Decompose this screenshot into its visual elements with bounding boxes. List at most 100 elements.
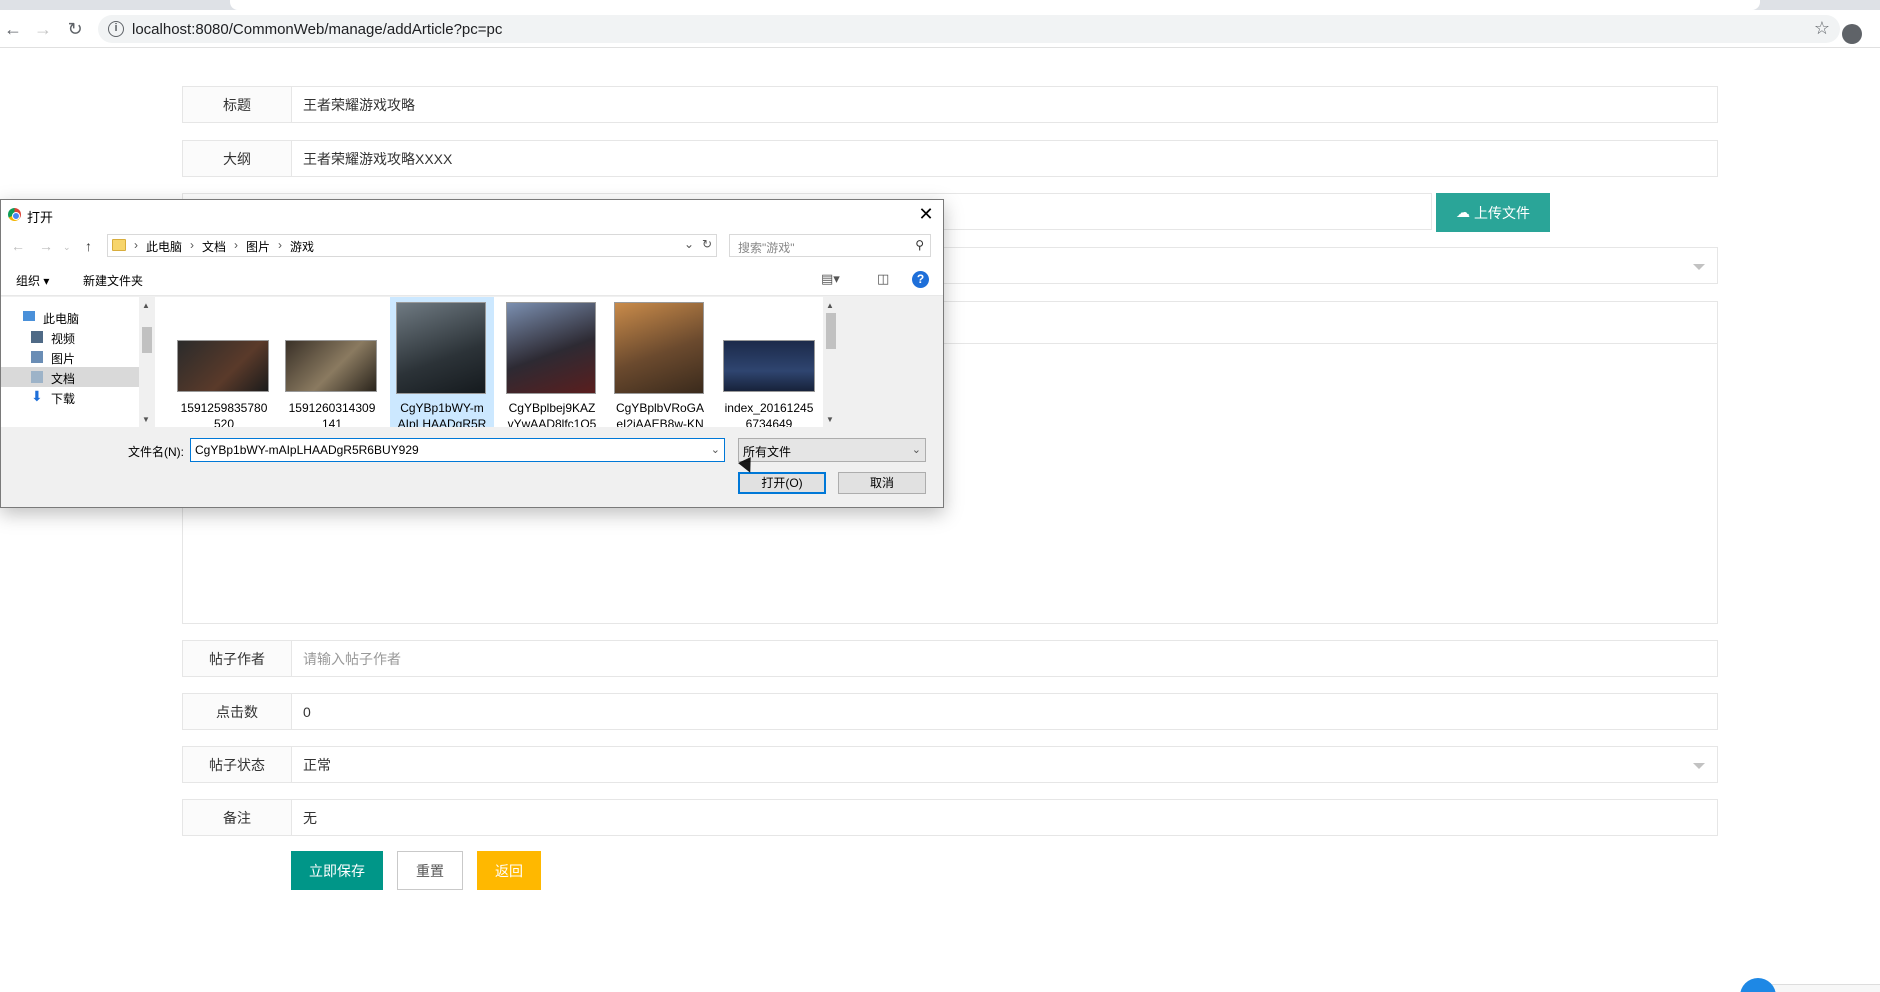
status-select-value[interactable]: 正常 [303,747,331,783]
star-icon[interactable]: ☆ [1814,18,1830,39]
open-button[interactable]: 打开(O) [738,472,826,494]
author-row: 帖子作者 请输入帖子作者 [182,640,1718,677]
file-item[interactable]: index_20161245 6734649 [717,297,821,427]
scroll-thumb[interactable] [142,327,152,353]
folder-icon [112,239,126,251]
outline-row: 大纲 王者荣耀游戏攻略XXXX [182,140,1718,177]
organize-button[interactable]: 组织 ▾ [16,272,49,289]
search-icon[interactable]: ⚲ [915,238,924,252]
new-folder-button[interactable]: 新建文件夹 [83,272,143,289]
nav-item-pictures[interactable]: 图片 [1,347,139,367]
forward-arrow-icon[interactable]: → [30,16,56,42]
file-name-line: 1591260314309 [288,401,376,415]
clicks-label: 点击数 [183,694,292,729]
breadcrumb-item[interactable]: 游戏 [290,238,314,255]
recent-chevron-icon[interactable]: ⌄ [63,242,71,253]
title-input[interactable]: 王者荣耀游戏攻略 [303,87,415,123]
up-arrow-icon[interactable]: ↑ [85,238,92,254]
address-bar[interactable]: i localhost:8080/CommonWeb/manage/addArt… [98,15,1840,43]
file-name-line: vYwAAD8lfc1Q5 [507,417,597,427]
nav-item-this-pc[interactable]: 此电脑 [1,307,139,327]
cloud-upload-icon: ☁ [1456,204,1470,220]
url-text: localhost:8080/CommonWeb/manage/addArtic… [132,21,503,38]
status-label: 帖子状态 [183,747,292,782]
upload-file-label: 上传文件 [1474,204,1530,221]
dialog-path-bar[interactable]: › 此电脑 › 文档 › 图片 › 游戏 ⌄ ↻ [107,234,717,257]
filename-input[interactable]: CgYBp1bWY-mAIpLHAADgR5R6BUY929 ⌄ [190,438,725,462]
remark-input[interactable]: 无 [303,800,317,836]
help-icon[interactable]: ? [912,271,929,288]
outline-label: 大纲 [183,141,292,176]
scroll-down-icon[interactable]: ▼ [826,415,834,424]
documents-icon [31,371,43,383]
breadcrumb-separator: › [134,238,138,252]
breadcrumb-separator: › [234,238,239,252]
file-name-line: eI2iAAEB8w-KN [616,417,704,427]
file-thumbnail [614,302,704,394]
refresh-icon[interactable]: ↻ [702,237,712,251]
info-icon[interactable]: i [108,21,124,37]
reset-button[interactable]: 重置 [397,851,463,890]
clicks-input[interactable]: 0 [303,694,311,730]
file-item[interactable]: CgYBplbVRoGA eI2iAAEB8w-KN [608,297,712,427]
chevron-down-icon[interactable]: ⌄ [711,443,720,456]
file-item[interactable]: 1591259835780 520 [172,297,276,427]
clicks-row: 点击数 0 [182,693,1718,730]
file-thumbnail [506,302,596,394]
status-row[interactable]: 帖子状态 正常 [182,746,1718,783]
file-name: 1591260314309 141 [280,400,384,427]
file-name: CgYBplbVRoGA eI2iAAEB8w-KN [608,400,712,427]
open-file-dialog: 打开 ✕ ← → ⌄ ↑ › 此电脑 › 文档 › 图片 › 游戏 ⌄ ↻ 搜索… [0,199,944,508]
back-arrow-icon[interactable]: ← [11,238,25,254]
nav-pane-scrollbar[interactable]: ▲ ▼ [139,297,155,427]
floating-action-icon[interactable] [1740,978,1776,992]
breadcrumb-item[interactable]: 此电脑 [146,238,182,255]
preview-pane-icon[interactable]: ◫ [877,271,889,287]
scroll-thumb[interactable] [826,313,836,349]
file-thumbnail [177,340,269,392]
profile-avatar-icon[interactable] [1842,24,1862,44]
nav-item-videos[interactable]: 视频 [1,327,139,347]
chevron-down-icon[interactable]: ⌄ [684,237,694,251]
nav-item-downloads[interactable]: ⬇ 下载 [1,387,139,407]
chevron-down-icon [1693,763,1705,769]
close-icon[interactable]: ✕ [915,203,937,225]
file-name: 1591259835780 520 [172,400,276,427]
file-item[interactable]: 1591260314309 141 [280,297,384,427]
chevron-down-icon: ⌄ [911,444,921,456]
nav-item-label: 下载 [51,392,76,406]
scroll-up-icon[interactable]: ▲ [142,301,150,310]
scroll-up-icon[interactable]: ▲ [826,301,834,310]
save-button[interactable]: 立即保存 [291,851,383,890]
active-tab[interactable] [230,0,1760,10]
file-item[interactable]: CgYBplbej9KAZ vYwAAD8lfc1Q5 [500,297,604,427]
scroll-down-icon[interactable]: ▼ [142,415,150,424]
back-button[interactable]: 返回 [477,851,541,890]
file-item-selected[interactable]: CgYBp1bWY-m AIpLHAADgR5R [390,297,494,427]
file-name-line: 1591259835780 [180,401,268,415]
view-options-icon[interactable]: ▤▾ [821,271,840,287]
back-arrow-icon[interactable]: ← [0,16,26,42]
filetype-select[interactable]: 所有文件 ⌄ [738,438,926,462]
outline-input[interactable]: 王者荣耀游戏攻略XXXX [303,141,452,177]
filename-value: CgYBp1bWY-mAIpLHAADgR5R6BUY929 [195,443,419,457]
dialog-file-list: 1591259835780 520 1591260314309 141 CgYBp1… [155,297,823,427]
cancel-button[interactable]: 取消 [838,472,926,494]
dialog-bottom-area: 文件名(N): CgYBp1bWY-mAIpLHAADgR5R6BUY929 ⌄… [1,427,943,507]
bottom-strip [1760,984,1880,992]
dialog-search-input[interactable]: 搜索"游戏" ⚲ [729,234,931,257]
upload-file-button[interactable]: ☁ 上传文件 [1436,193,1550,232]
file-name: index_20161245 6734649 [717,400,821,427]
remark-row: 备注 无 [182,799,1718,836]
forward-arrow-icon[interactable]: → [39,238,53,254]
nav-item-documents[interactable]: 文档 [1,367,139,387]
breadcrumb-item[interactable]: 文档 [202,238,226,255]
file-name: CgYBp1bWY-m AIpLHAADgR5R [390,400,494,427]
browser-toolbar: ← → ↻ i localhost:8080/CommonWeb/manage/… [0,10,1880,48]
author-input[interactable]: 请输入帖子作者 [303,641,401,677]
breadcrumb-item[interactable]: 图片 [246,238,270,255]
reload-icon[interactable]: ↻ [62,16,88,42]
file-thumbnail [723,340,815,392]
nav-item-label: 文档 [51,372,76,386]
file-list-scrollbar[interactable]: ▲ ▼ [823,297,839,427]
